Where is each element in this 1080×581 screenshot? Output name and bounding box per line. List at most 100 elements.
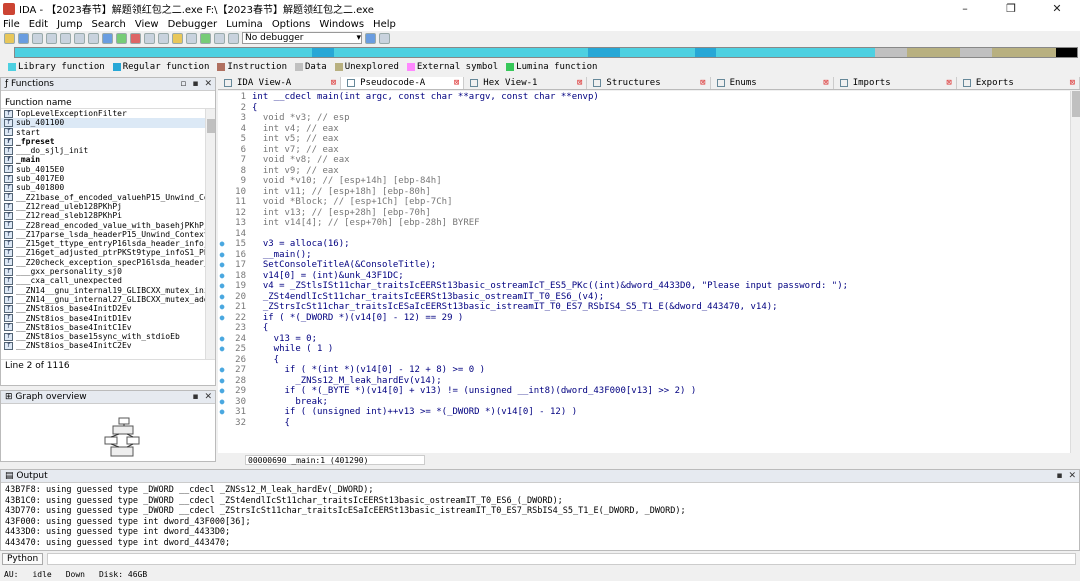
function-list-item[interactable]: f _fpreset <box>1 137 215 146</box>
function-list[interactable]: f TopLevelExceptionFilter f sub_401100 f star… <box>1 109 215 359</box>
tab-enums[interactable]: Enums ⊠ <box>711 77 834 89</box>
save-icon[interactable] <box>18 32 29 44</box>
code-line[interactable]: 5 int v5; // eax <box>218 134 1080 145</box>
panel-close-icon[interactable]: ✕ <box>204 79 212 89</box>
close-button[interactable]: ✕ <box>1034 2 1080 15</box>
code-line[interactable]: ● 20 _ZSt4endlIcSt11char_traitsIcEERSt13b… <box>218 292 1080 303</box>
tab-exports[interactable]: Exports ⊠ <box>957 77 1080 89</box>
run-icon[interactable] <box>200 32 211 44</box>
undefine-icon[interactable] <box>130 32 141 44</box>
code-line[interactable]: 10 int v11; // [esp+18h] [ebp-80h] <box>218 187 1080 198</box>
nav-segment[interactable] <box>312 48 334 57</box>
graph-icon[interactable] <box>186 32 197 44</box>
nav-segment[interactable] <box>960 48 993 57</box>
code-line[interactable]: ● 18 v14[0] = (int)&unk_43F1DC; <box>218 271 1080 282</box>
code-line[interactable]: 8 int v9; // eax <box>218 166 1080 177</box>
hex-icon[interactable] <box>88 32 99 44</box>
python-input[interactable] <box>47 553 1076 565</box>
maximize-button[interactable]: ❐ <box>988 2 1034 15</box>
function-list-item[interactable]: f ___cxa_call_unexpected <box>1 276 215 285</box>
function-list-item[interactable]: f __ZNSt8ios_base4InitD2Ev <box>1 304 215 313</box>
debug-options-icon[interactable] <box>365 32 376 44</box>
code-line[interactable]: 23 { <box>218 323 1080 334</box>
function-list-item[interactable]: f __ZN14__gnu_internal27_GLIBCXX_mutex_ad… <box>1 295 215 304</box>
menu-item-edit[interactable]: Edit <box>29 19 48 30</box>
debugger-select[interactable]: No debugger ▾ <box>242 32 362 44</box>
nav-segment[interactable] <box>620 48 695 57</box>
minimize-button[interactable]: – <box>942 2 988 15</box>
tab-close-icon[interactable]: ⊠ <box>454 78 459 88</box>
code-line[interactable]: 4 int v4; // eax <box>218 124 1080 135</box>
struct-icon[interactable] <box>172 32 183 44</box>
function-list-item[interactable]: f __ZNSt8ios_base4InitC2Ev <box>1 341 215 350</box>
python-button[interactable]: Python <box>2 553 44 565</box>
code-line[interactable]: 13 int v14[4]; // [esp+70h] [ebp-28h] BY… <box>218 218 1080 229</box>
code-line[interactable]: ● 24 v13 = 0; <box>218 334 1080 345</box>
tab-hex-view-1[interactable]: Hex View-1 ⊠ <box>464 77 588 89</box>
pseudocode-view[interactable]: 1 int __cdecl main(int argc, const char *… <box>218 91 1080 453</box>
code-line[interactable]: 3 void *v3; // esp <box>218 113 1080 124</box>
code-line[interactable]: ● 15 v3 = alloca(16); <box>218 239 1080 250</box>
function-list-item[interactable]: f sub_401100 <box>1 118 215 128</box>
code-line[interactable]: ● 25 while ( 1 ) <box>218 344 1080 355</box>
code-line[interactable]: ● 19 v4 = _ZStlsISt11char_traitsIcEERSt13… <box>218 281 1080 292</box>
tab-structures[interactable]: Structures ⊠ <box>587 77 711 89</box>
code-line[interactable]: 6 int v7; // eax <box>218 145 1080 156</box>
menu-item-help[interactable]: Help <box>373 19 396 30</box>
function-list-item[interactable]: f sub_4017E0 <box>1 174 215 183</box>
graph-overview-canvas[interactable] <box>1 404 215 460</box>
open-icon[interactable] <box>4 32 15 44</box>
function-list-scrollbar[interactable] <box>205 109 215 359</box>
menu-item-lumina[interactable]: Lumina <box>226 19 263 30</box>
menu-item-view[interactable]: View <box>135 19 159 30</box>
pause-icon[interactable] <box>214 32 225 44</box>
nav-segment[interactable] <box>992 48 1056 57</box>
function-list-item[interactable]: f __Z12read_uleb128PKhPj <box>1 202 215 211</box>
code-line[interactable]: ● 17 SetConsoleTitleA(&ConsoleTitle); <box>218 260 1080 271</box>
code-line[interactable]: 32 { <box>218 418 1080 429</box>
function-list-item[interactable]: f __Z17parse_lsda_headerP15_Unwind_Contex… <box>1 230 215 239</box>
code-line[interactable]: 26 { <box>218 355 1080 366</box>
panel-restore-icon[interactable]: ▫ <box>180 79 186 89</box>
function-list-item[interactable]: f TopLevelExceptionFilter <box>1 109 215 118</box>
function-list-item[interactable]: f __ZNSt8ios_base4InitC1Ev <box>1 323 215 332</box>
code-line[interactable]: ● 31 if ( (unsigned int)++v13 >= *(_DWORD… <box>218 407 1080 418</box>
function-list-item[interactable]: f __Z16get_adjusted_ptrPKSt9type_infoS1_P… <box>1 248 215 257</box>
code-line[interactable]: 9 void *v10; // [esp+14h] [ebp-84h] <box>218 176 1080 187</box>
code-line[interactable]: 2{ <box>218 103 1080 114</box>
nav-segment[interactable] <box>875 48 908 57</box>
string-icon[interactable] <box>158 32 169 44</box>
tab-close-icon[interactable]: ⊠ <box>1070 78 1075 88</box>
function-list-item[interactable]: f __Z15get_ttype_entryP16lsda_header_info… <box>1 239 215 248</box>
nav-segment[interactable] <box>15 48 313 57</box>
menu-item-windows[interactable]: Windows <box>319 19 364 30</box>
code-line[interactable]: 11 void *Block; // [esp+1Ch] [ebp-7Ch] <box>218 197 1080 208</box>
menu-item-options[interactable]: Options <box>272 19 311 30</box>
panel-close-icon[interactable]: ✕ <box>1068 471 1076 481</box>
code-line[interactable]: ● 28 _ZNSs12_M_leak_hardEv(v14); <box>218 376 1080 387</box>
code-line[interactable]: ● 30 break; <box>218 397 1080 408</box>
menu-item-jump[interactable]: Jump <box>57 19 82 30</box>
stop-icon[interactable] <box>228 32 239 44</box>
function-list-item[interactable]: f __ZNSt8ios_base15sync_with_stdioEb <box>1 332 215 341</box>
tab-ida-view-a[interactable]: IDA View-A ⊠ <box>218 77 342 89</box>
data-icon[interactable] <box>116 32 127 44</box>
panel-float-icon[interactable]: ▪ <box>192 392 198 402</box>
nav-segment[interactable] <box>694 48 716 57</box>
nav-segment[interactable] <box>588 48 621 57</box>
navigation-band[interactable] <box>0 45 1080 60</box>
nav-segment[interactable] <box>1055 48 1077 57</box>
tab-close-icon[interactable]: ⊠ <box>331 78 336 88</box>
function-list-item[interactable]: f sub_401800 <box>1 183 215 192</box>
function-name-column-header[interactable]: Function name <box>1 97 215 109</box>
code-line[interactable]: ● 29 if ( *(_BYTE *)(v14[0] + v13) != (un… <box>218 386 1080 397</box>
tab-imports[interactable]: Imports ⊠ <box>834 77 957 89</box>
output-log[interactable]: 43B7F8: using guessed type _DWORD __cdec… <box>1 483 1079 549</box>
menu-item-debugger[interactable]: Debugger <box>168 19 218 30</box>
function-list-item[interactable]: f __ZN14__gnu_internal19_GLIBCXX_mutex_in… <box>1 286 215 295</box>
code-line[interactable]: 1 int __cdecl main(int argc, const char *… <box>218 92 1080 103</box>
panel-float-icon[interactable]: ▪ <box>192 79 198 89</box>
find-icon[interactable] <box>74 32 85 44</box>
code-line[interactable]: 12 int v13; // [esp+28h] [ebp-70h] <box>218 208 1080 219</box>
nav-segment[interactable] <box>715 48 876 57</box>
